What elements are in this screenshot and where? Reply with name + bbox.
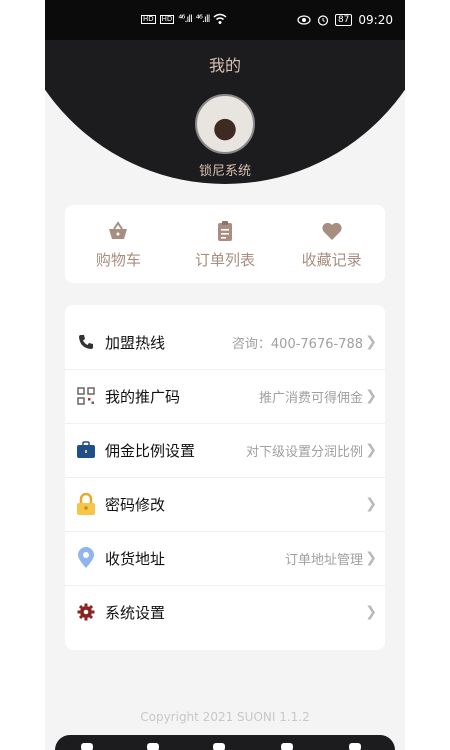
menu-item-label: 我的推广码 bbox=[105, 387, 181, 406]
signal-2-icon: ⁴⁶.ıll bbox=[195, 13, 210, 25]
hd-label-2: HD bbox=[159, 14, 175, 24]
status-bar: HD HD ⁴⁶.ıll ⁴⁶.ıll 87 09:20 bbox=[45, 0, 405, 40]
chevron-right-icon: ❯ bbox=[365, 442, 377, 458]
battery-icon: 87 bbox=[334, 14, 353, 26]
tab-list-icon[interactable] bbox=[147, 743, 159, 750]
tab-cart-icon[interactable] bbox=[281, 743, 293, 750]
menu-item-subtitle: 对下级设置分润比例 bbox=[245, 444, 363, 460]
chevron-right-icon: ❯ bbox=[365, 388, 377, 404]
app-screen: HD HD ⁴⁶.ıll ⁴⁶.ıll 87 09:20 我的 锁尼系统 购物车… bbox=[45, 0, 405, 750]
menu-item-label: 加盟热线 bbox=[105, 333, 166, 352]
avatar[interactable] bbox=[195, 94, 255, 154]
settings-menu-card: 加盟热线 咨询：400-7676-788 ❯ 我的推广码 推广消费可得佣金 ❯ bbox=[65, 305, 385, 650]
bottom-tab-bar bbox=[55, 735, 395, 750]
menu-item-label: 收货地址 bbox=[105, 549, 166, 568]
signal-1-icon: ⁴⁶.ıll bbox=[178, 13, 192, 25]
alarm-icon bbox=[317, 15, 329, 26]
heart-icon bbox=[322, 222, 342, 240]
chevron-right-icon: ❯ bbox=[365, 550, 377, 566]
chevron-right-icon: ❯ bbox=[365, 496, 377, 512]
clock-time: 09:20 bbox=[358, 13, 393, 27]
chevron-right-icon: ❯ bbox=[365, 604, 377, 620]
menu-item-subtitle: 推广消费可得佣金 bbox=[258, 390, 363, 406]
menu-item-subtitle: 咨询：400-7676-788 bbox=[231, 336, 363, 352]
quick-action-favorites[interactable]: 收藏记录 bbox=[278, 205, 385, 283]
phone-icon bbox=[75, 331, 97, 353]
briefcase-icon bbox=[75, 439, 97, 461]
copyright-text: Copyright 2021 SUONI 1.1.2 bbox=[140, 710, 310, 724]
tab-profile-icon[interactable] bbox=[349, 743, 361, 750]
menu-item-system-settings[interactable]: 系统设置 ❯ bbox=[65, 585, 385, 639]
menu-item-label: 密码修改 bbox=[105, 495, 166, 514]
username: 锁尼系统 bbox=[198, 164, 251, 179]
tab-home-icon[interactable] bbox=[81, 743, 93, 750]
menu-item-address[interactable]: 收货地址 订单地址管理 ❯ bbox=[65, 531, 385, 586]
menu-item-label: 系统设置 bbox=[105, 603, 166, 622]
eye-icon bbox=[297, 15, 311, 25]
menu-item-password[interactable]: 密码修改 ❯ bbox=[65, 477, 385, 532]
wifi-icon bbox=[213, 13, 227, 24]
quick-action-label: 收藏记录 bbox=[301, 250, 362, 269]
menu-item-commission[interactable]: 佣金比例设置 对下级设置分润比例 ❯ bbox=[65, 423, 385, 478]
quick-action-label: 购物车 bbox=[95, 250, 141, 269]
basket-icon bbox=[109, 220, 128, 239]
menu-item-hotline[interactable]: 加盟热线 咨询：400-7676-788 ❯ bbox=[65, 315, 385, 370]
chevron-right-icon: ❯ bbox=[365, 334, 377, 350]
menu-item-promo-code[interactable]: 我的推广码 推广消费可得佣金 ❯ bbox=[65, 369, 385, 424]
clipboard-icon bbox=[218, 220, 232, 241]
network-status: HD HD ⁴⁶.ıll ⁴⁶.ıll bbox=[141, 13, 227, 25]
quick-action-cart[interactable]: 购物车 bbox=[65, 205, 172, 283]
lock-icon bbox=[75, 493, 97, 515]
page-title: 我的 bbox=[208, 56, 241, 75]
system-status: 87 09:20 bbox=[297, 13, 393, 27]
quick-actions-card: 购物车 订单列表 收藏记录 bbox=[65, 205, 385, 283]
menu-item-label: 佣金比例设置 bbox=[105, 441, 196, 460]
quick-action-label: 订单列表 bbox=[195, 250, 256, 269]
hd-label-1: HD bbox=[141, 14, 156, 24]
location-pin-icon bbox=[75, 547, 97, 569]
quick-action-orders[interactable]: 订单列表 bbox=[172, 205, 279, 283]
gear-icon bbox=[75, 601, 97, 623]
qrcode-icon bbox=[75, 385, 97, 407]
menu-item-subtitle: 订单地址管理 bbox=[284, 552, 363, 568]
tab-shop-icon[interactable] bbox=[213, 743, 225, 750]
